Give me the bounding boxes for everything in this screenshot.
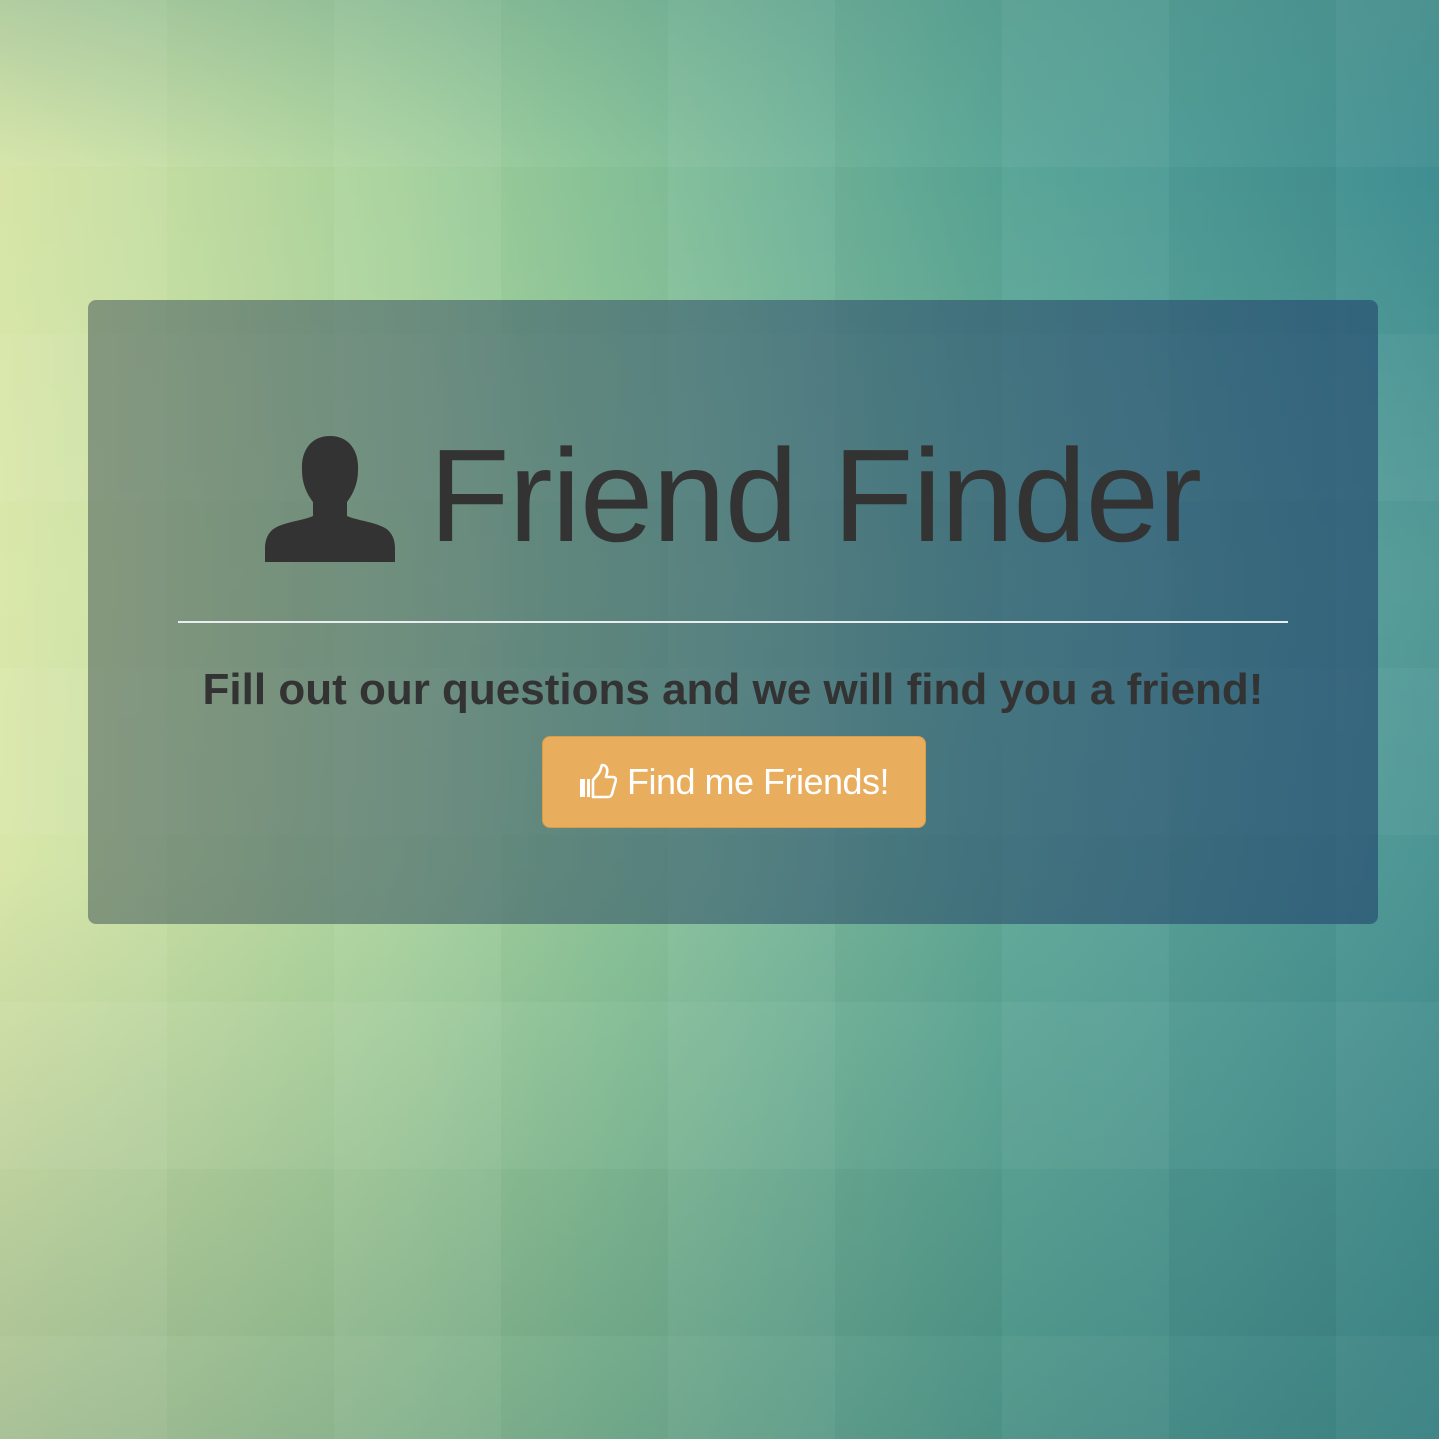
jumbotron-panel: Friend Finder Fill out our questions and…: [88, 300, 1378, 924]
user-icon: [265, 436, 395, 562]
page-title: Friend Finder: [429, 422, 1202, 569]
tagline: Fill out our questions and we will find …: [202, 665, 1264, 714]
thumbs-up-icon: [579, 763, 617, 799]
find-friends-label: Find me Friends!: [626, 761, 890, 802]
title-row: Friend Finder: [88, 430, 1378, 562]
find-friends-button[interactable]: Find me Friends!: [542, 736, 926, 828]
divider: [178, 621, 1288, 623]
